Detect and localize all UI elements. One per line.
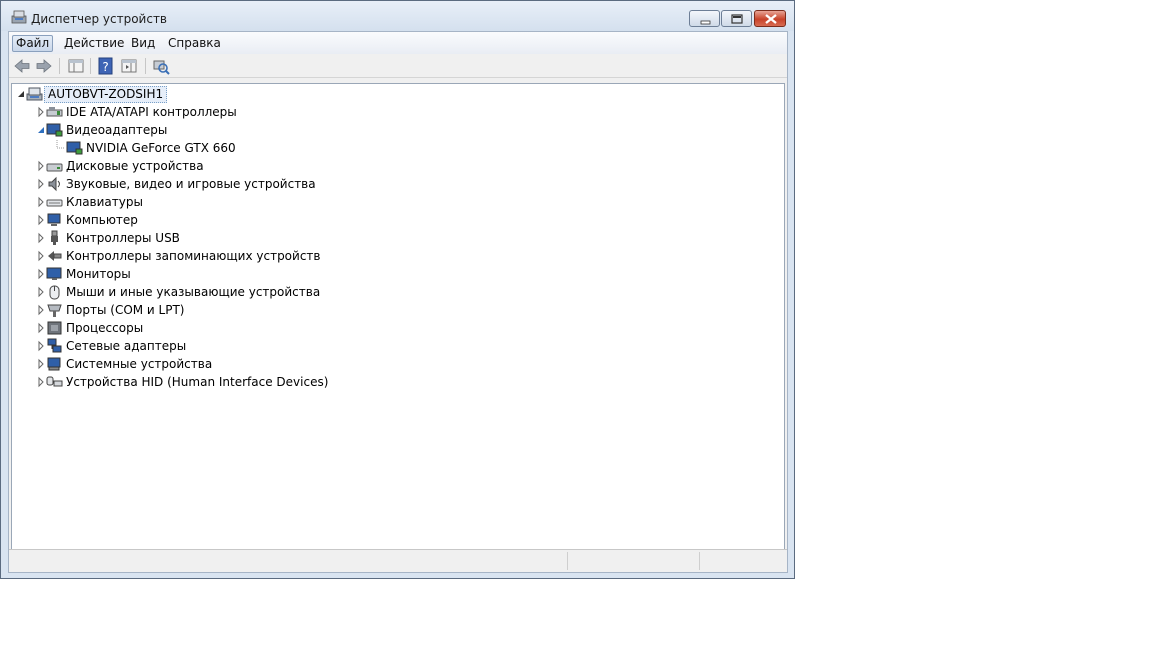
gpu-icon: [66, 141, 83, 155]
tree-item[interactable]: Порты (COM и LPT): [36, 301, 336, 319]
properties-pane-icon[interactable]: [67, 57, 85, 75]
client-area: Файл Действие Вид Справка ? AUTOBVT-ZODS…: [8, 31, 788, 573]
monitor-icon: [46, 267, 62, 280]
collapsed-arrow-icon[interactable]: [36, 193, 46, 211]
expanded-arrow-icon[interactable]: [16, 85, 26, 103]
storage-controller-icon: [48, 251, 62, 261]
usb-icon: [51, 230, 58, 245]
ide-controller-icon: [46, 107, 63, 117]
sound-icon: [48, 176, 60, 192]
close-icon: [765, 14, 777, 24]
collapsed-arrow-icon[interactable]: [36, 337, 46, 355]
window-title: Диспетчер устройств: [31, 12, 168, 26]
device-manager-window: Диспетчер устройств Файл Действие Вид Сп…: [0, 0, 795, 579]
collapsed-arrow-icon[interactable]: [36, 265, 46, 283]
collapsed-arrow-icon[interactable]: [36, 229, 46, 247]
tree-item[interactable]: Сетевые адаптеры: [36, 337, 336, 355]
processor-icon: [47, 321, 62, 335]
tree-root[interactable]: AUTOBVT-ZODSIH1: [16, 85, 216, 103]
tree-item[interactable]: Видеоадаптеры: [36, 121, 336, 139]
keyboard-icon: [46, 199, 63, 207]
maximize-button[interactable]: [721, 10, 752, 27]
toolbar: ?: [9, 54, 787, 78]
collapsed-arrow-icon[interactable]: [36, 373, 46, 391]
tree-item-child[interactable]: NVIDIA GeForce GTX 660: [56, 139, 356, 157]
collapsed-arrow-icon[interactable]: [36, 301, 46, 319]
tree-item[interactable]: Устройства HID (Human Interface Devices): [36, 373, 366, 391]
tree-item[interactable]: Контроллеры USB: [36, 229, 336, 247]
status-divider: [567, 552, 568, 570]
tree-item[interactable]: Дисковые устройства: [36, 157, 336, 175]
menu-view[interactable]: Вид: [128, 35, 158, 52]
menu-action[interactable]: Действие: [61, 35, 127, 52]
collapsed-arrow-icon[interactable]: [36, 157, 46, 175]
title-bar[interactable]: Диспетчер устройств: [1, 1, 794, 31]
toolbar-separator: [59, 58, 60, 74]
help-icon[interactable]: ?: [97, 57, 115, 75]
back-icon[interactable]: [13, 57, 31, 75]
device-tree: AUTOBVT-ZODSIH1 IDE ATA/ATAPI контроллер…: [11, 83, 785, 550]
tree-item[interactable]: Контроллеры запоминающих устройств: [36, 247, 366, 265]
port-icon: [47, 304, 62, 317]
tree-item[interactable]: Клавиатуры: [36, 193, 336, 211]
tree-item[interactable]: Мониторы: [36, 265, 336, 283]
toolbar-separator: [145, 58, 146, 74]
tree-item[interactable]: Компьютер: [36, 211, 336, 229]
collapsed-arrow-icon[interactable]: [36, 211, 46, 229]
scan-hardware-icon[interactable]: [152, 57, 170, 75]
hid-icon: [46, 376, 63, 387]
status-bar: [9, 549, 787, 572]
tree-item[interactable]: Звуковые, видео и игровые устройства: [36, 175, 366, 193]
collapsed-arrow-icon[interactable]: [36, 355, 46, 373]
mouse-icon: [49, 285, 60, 300]
maximize-icon: [731, 14, 743, 24]
network-adapter-icon: [47, 338, 62, 353]
computer-root-icon: [26, 87, 43, 101]
device-manager-icon: [11, 10, 27, 24]
collapsed-arrow-icon[interactable]: [36, 103, 46, 121]
computer-icon: [47, 213, 61, 226]
forward-icon[interactable]: [35, 57, 53, 75]
collapsed-arrow-icon[interactable]: [36, 319, 46, 337]
menu-bar: Файл Действие Вид Справка: [9, 32, 787, 54]
system-device-icon: [47, 357, 61, 371]
tree-item[interactable]: IDE ATA/ATAPI контроллеры: [36, 103, 336, 121]
tree-root-label[interactable]: AUTOBVT-ZODSIH1: [44, 86, 168, 103]
tree-item[interactable]: Системные устройства: [36, 355, 336, 373]
svg-text:?: ?: [102, 60, 108, 74]
menu-help[interactable]: Справка: [165, 35, 224, 52]
expanded-arrow-icon[interactable]: [36, 121, 46, 139]
collapsed-arrow-icon[interactable]: [36, 247, 46, 265]
close-button[interactable]: [754, 10, 786, 27]
minimize-button[interactable]: [689, 10, 720, 27]
action-pane-icon[interactable]: [120, 57, 138, 75]
collapsed-arrow-icon[interactable]: [36, 175, 46, 193]
menu-file[interactable]: Файл: [12, 35, 53, 52]
tree-item[interactable]: Мыши и иные указывающие устройства: [36, 283, 366, 301]
status-divider: [699, 552, 700, 570]
minimize-icon: [700, 20, 711, 25]
disk-drive-icon: [46, 163, 63, 172]
toolbar-separator: [90, 58, 91, 74]
display-adapter-icon: [46, 123, 63, 137]
tree-item[interactable]: Процессоры: [36, 319, 336, 337]
collapsed-arrow-icon[interactable]: [36, 283, 46, 301]
tree-connector: [56, 140, 64, 149]
